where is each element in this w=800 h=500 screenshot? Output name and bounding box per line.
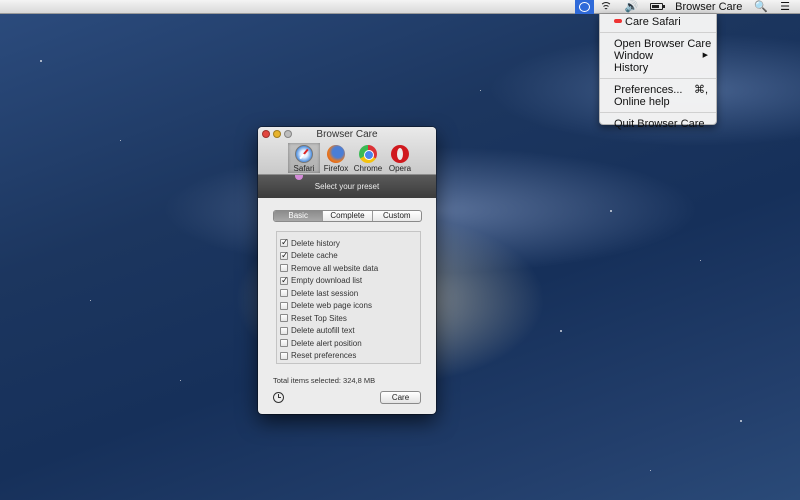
browser-tab-firefox[interactable]: Firefox: [320, 143, 352, 173]
option-empty-download-list[interactable]: Empty download list: [280, 275, 420, 288]
option-delete-last-session[interactable]: Delete last session: [280, 287, 420, 300]
submenu-arrow-icon: ▶: [702, 52, 708, 59]
checkbox[interactable]: [280, 250, 289, 261]
browser-tab-safari[interactable]: Safari: [288, 143, 320, 173]
checkbox[interactable]: [280, 351, 288, 360]
menu-item-care-safari[interactable]: Care Safari: [600, 16, 716, 28]
option-delete-web-page-icons[interactable]: Delete web page icons: [280, 300, 420, 313]
checkbox[interactable]: [280, 314, 288, 323]
clock-icon[interactable]: [273, 392, 284, 403]
selection-indicator: [295, 175, 303, 180]
option-delete-cache[interactable]: Delete cache: [280, 250, 420, 263]
checkbox[interactable]: [280, 339, 288, 348]
option-delete-autofill-text[interactable]: Delete autofill text: [280, 325, 420, 338]
menu-item-window[interactable]: Window ▶: [600, 50, 716, 62]
battery-icon[interactable]: [644, 0, 669, 14]
preset-segmented-control: Basic Complete Custom: [273, 210, 422, 222]
menu-bar: 🔊 Browser Care 🔍 ☰: [0, 0, 800, 14]
browser-toolbar: Safari Firefox Chrome Opera: [288, 143, 416, 173]
menu-separator: [600, 78, 716, 79]
browser-care-window: Browser Care Safari Firefox Chrome Opera…: [258, 127, 436, 414]
checkbox[interactable]: [280, 264, 288, 273]
search-icon[interactable]: 🔍: [748, 0, 774, 14]
menu-item-open[interactable]: Open Browser Care: [600, 38, 716, 50]
menu-item-quit[interactable]: Quit Browser Care: [600, 118, 716, 130]
menu-item-preferences[interactable]: Preferences... ⌘,: [600, 84, 716, 96]
menu-item-online-help[interactable]: Online help: [600, 96, 716, 108]
option-reset-top-sites[interactable]: Reset Top Sites: [280, 312, 420, 325]
list-icon[interactable]: ☰: [774, 0, 796, 14]
safari-icon: [295, 145, 313, 163]
menu-separator: [600, 112, 716, 113]
window-titlebar[interactable]: Browser Care Safari Firefox Chrome Opera: [258, 127, 436, 175]
browser-tab-chrome[interactable]: Chrome: [352, 143, 384, 173]
tab-complete[interactable]: Complete: [323, 211, 373, 221]
firefox-icon: [327, 145, 345, 163]
opera-icon: [391, 145, 409, 163]
volume-icon[interactable]: 🔊: [618, 0, 644, 14]
menu-separator: [600, 32, 716, 33]
browser-tab-opera[interactable]: Opera: [384, 143, 416, 173]
options-list: Delete history Delete cache Remove all w…: [276, 231, 421, 364]
menu-item-history[interactable]: History: [600, 62, 716, 74]
browsercare-status-icon[interactable]: [575, 0, 595, 14]
checkbox[interactable]: [280, 301, 288, 310]
tab-custom[interactable]: Custom: [373, 211, 421, 221]
option-delete-alert-position[interactable]: Delete alert position: [280, 337, 420, 350]
checkbox[interactable]: [280, 275, 289, 286]
status-menu: Care Safari Open Browser Care Window ▶ H…: [599, 14, 717, 130]
menubar-app-title[interactable]: Browser Care: [669, 0, 748, 14]
care-button[interactable]: Care: [380, 391, 421, 404]
preset-header: Select your preset: [258, 175, 436, 198]
chrome-icon: [359, 145, 377, 163]
option-delete-history[interactable]: Delete history: [280, 237, 420, 250]
shortcut-label: ⌘,: [693, 84, 708, 96]
total-items-label: Total items selected: 324,8 MB: [273, 376, 376, 385]
window-title: Browser Care: [316, 129, 378, 140]
wifi-icon[interactable]: [594, 0, 618, 14]
checkbox[interactable]: [280, 289, 288, 298]
tab-basic[interactable]: Basic: [274, 211, 324, 221]
checkbox[interactable]: [280, 326, 288, 335]
checkbox[interactable]: [280, 237, 289, 248]
care-icon: [614, 19, 622, 24]
option-remove-website-data[interactable]: Remove all website data: [280, 262, 420, 275]
option-reset-preferences[interactable]: Reset preferences: [280, 350, 420, 363]
